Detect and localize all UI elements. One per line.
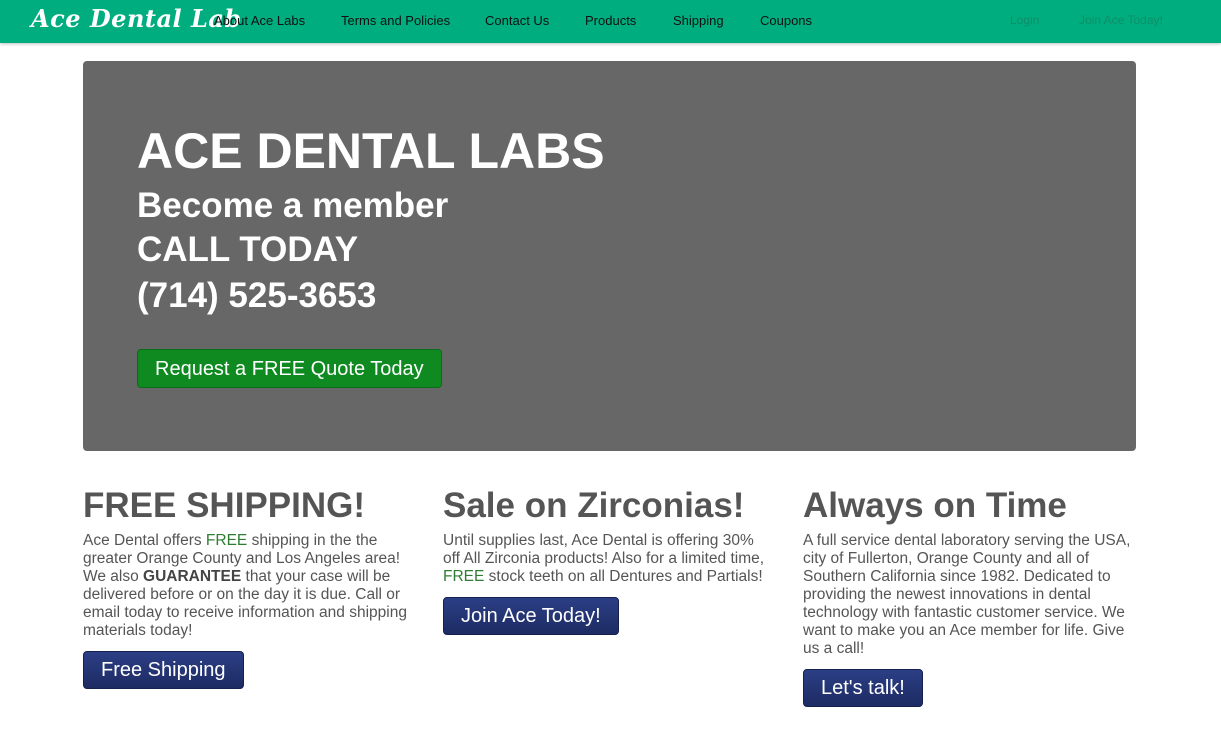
request-quote-button[interactable]: Request a FREE Quote Today [137, 349, 442, 388]
nav-about[interactable]: About Ace Labs [214, 13, 305, 28]
hero-member-text: Become a member [137, 186, 449, 225]
nav-shipping[interactable]: Shipping [673, 13, 724, 28]
free-highlight: FREE [205, 532, 248, 549]
section-heading: Always on Time [803, 486, 1067, 525]
login-link[interactable]: Login [1010, 13, 1039, 27]
section-heading: FREE SHIPPING! [83, 486, 365, 525]
free-highlight: FREE [443, 568, 485, 585]
guarantee-highlight: GUARANTEE [143, 568, 242, 585]
nav-coupons[interactable]: Coupons [760, 13, 812, 28]
join-ace-button[interactable]: Join Ace Today! [443, 597, 619, 635]
hero-call-text: CALL TODAY [137, 230, 359, 269]
hero-phone: (714) 525-3653 [137, 276, 377, 315]
section-heading: Sale on Zirconias! [443, 486, 745, 525]
nav-terms[interactable]: Terms and Policies [341, 13, 450, 28]
section-text: Ace Dental offers FREE shipping in the t… [83, 532, 413, 640]
free-shipping-button[interactable]: Free Shipping [83, 651, 244, 689]
text-segment: stock teeth on all Dentures and Partials… [484, 568, 763, 585]
free-shipping-section: FREE SHIPPING! Ace Dental offers FREE sh… [83, 484, 413, 689]
hero-title: ACE DENTAL LABS [137, 123, 605, 179]
top-navbar: Ace Dental Lab About Ace Labs Terms and … [0, 0, 1221, 43]
section-text: A full service dental laboratory serving… [803, 532, 1131, 657]
zirconia-sale-section: Sale on Zirconias! Until supplies last, … [443, 484, 773, 635]
section-text: Until supplies last, Ace Dental is offer… [443, 532, 773, 586]
nav-contact[interactable]: Contact Us [485, 13, 549, 28]
lets-talk-button[interactable]: Let's talk! [803, 669, 923, 707]
brand-logo[interactable]: Ace Dental Lab [31, 4, 242, 33]
always-on-time-section: Always on Time A full service dental lab… [803, 484, 1133, 707]
join-link[interactable]: Join Ace Today! [1079, 13, 1163, 27]
hero-banner: ACE DENTAL LABS Become a member CALL TOD… [83, 61, 1136, 451]
text-segment: Until supplies last, Ace Dental is offer… [443, 532, 765, 567]
text-segment: Ace Dental offers [83, 532, 206, 549]
nav-products[interactable]: Products [585, 13, 636, 28]
